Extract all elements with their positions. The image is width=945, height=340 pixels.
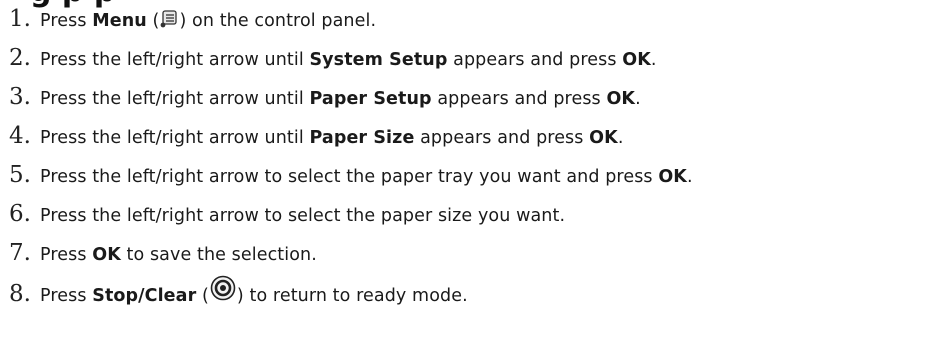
step-text: Press the left/right arrow until Paper S… [40,89,641,109]
step-text: Press the left/right arrow until System … [40,50,657,70]
stop-clear-label: Stop/Clear [92,286,197,306]
step-text: Press the left/right arrow to select the… [40,167,693,187]
step-item-7: 7. Press OK to save the selection. [0,240,317,272]
stop-clear-icon [210,275,236,301]
step-number: 2. [9,45,31,71]
step-item-3: 3. Press the left/right arrow until Pape… [0,84,641,116]
step-item-5: 5. Press the left/right arrow to select … [0,162,693,194]
step-number: 4. [9,123,31,149]
menu-label: Menu [92,11,147,31]
step-number: 8. [9,281,31,307]
menu-icon [160,10,178,28]
step-number: 1. [9,6,31,32]
step-text: Press Menu () on the control panel. [40,10,377,31]
step-number: 5. [9,162,31,188]
step-text: Press the left/right arrow to select the… [40,206,566,226]
step-item-4: 4. Press the left/right arrow until Pape… [0,123,623,155]
step-item-2: 2. Press the left/right arrow until Syst… [0,45,657,77]
step-number: 6. [9,201,31,227]
step-text: Press OK to save the selection. [40,245,317,265]
step-item-1: 1. Press Menu () on the control panel. [0,6,376,38]
step-text: Press Stop/Clear () to return to ready m… [40,275,468,309]
step-number: 3. [9,84,31,110]
step-number: 7. [9,240,31,266]
step-item-8: 8. Press Stop/Clear () to return to read… [0,275,468,313]
step-item-6: 6. Press the left/right arrow to select … [0,201,565,233]
step-text: Press the left/right arrow until Paper S… [40,128,624,148]
